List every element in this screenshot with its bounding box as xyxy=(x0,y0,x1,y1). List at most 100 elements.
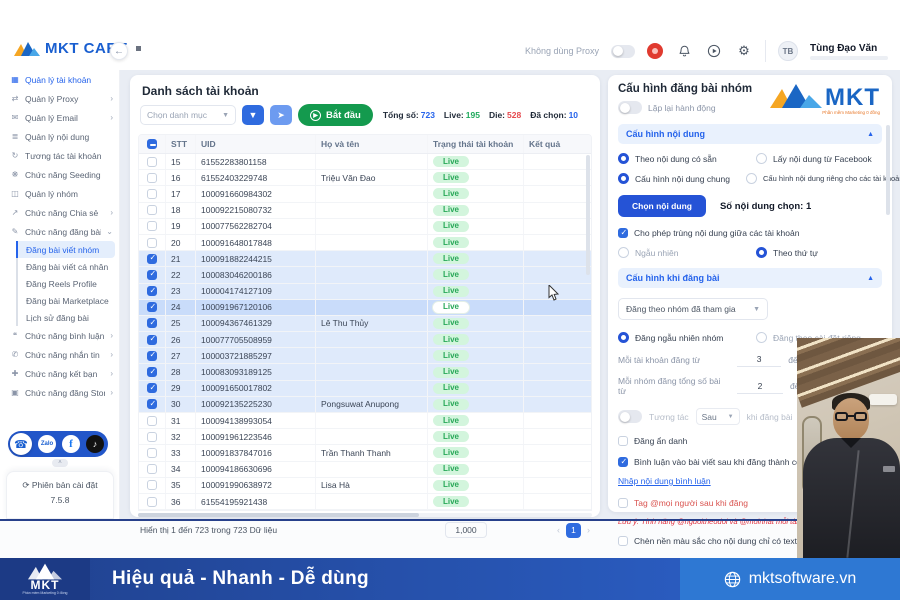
header-status[interactable]: Trạng thái tài khoản↑ xyxy=(427,135,523,153)
sidebar-item-quan-ly-proxy[interactable]: ⇄ Quản lý Proxy › xyxy=(0,89,119,108)
next-page-button[interactable]: › xyxy=(587,525,590,535)
proxy-toggle[interactable] xyxy=(611,45,635,58)
allow-duplicate-checkbox[interactable] xyxy=(618,228,628,238)
bell-icon[interactable] xyxy=(675,42,693,60)
table-row[interactable]: 24 100091967120106 Live xyxy=(139,300,591,316)
per-group-from-input[interactable]: 2 xyxy=(737,379,783,394)
row-checkbox[interactable] xyxy=(147,464,157,474)
sidebar-collapse-button[interactable]: ← xyxy=(110,42,128,60)
table-row[interactable]: 15 61552283801158 Live xyxy=(139,154,591,170)
sidebar-item-chuc-nang-dang-bai[interactable]: ✎ Chức năng đăng bài ⌄ xyxy=(0,222,119,241)
row-checkbox[interactable] xyxy=(147,221,157,231)
radio-random-group[interactable] xyxy=(618,332,629,343)
posting-section-header[interactable]: Cấu hình khi đăng bài▲ xyxy=(618,268,882,288)
choose-content-button[interactable]: Chọn nội dung xyxy=(618,195,706,217)
table-row[interactable]: 19 100077562282704 Live xyxy=(139,219,591,235)
table-row[interactable]: 18 100092215080732 Live xyxy=(139,203,591,219)
header-stt[interactable]: STT xyxy=(165,135,195,153)
header-result[interactable]: Kết quả xyxy=(523,135,591,153)
row-checkbox[interactable] xyxy=(147,448,157,458)
group-mode-select[interactable]: Đăng theo nhóm đã tham gia▼ xyxy=(618,298,768,320)
tag-everyone-checkbox[interactable] xyxy=(618,498,628,508)
panel-scrollbar[interactable] xyxy=(886,125,890,215)
table-row[interactable]: 16 61552403229748 Triệu Văn Đao Live xyxy=(139,170,591,186)
send-button[interactable]: ➤ xyxy=(270,105,292,125)
loop-action-toggle[interactable] xyxy=(618,101,642,114)
table-row[interactable]: 34 100094186630696 Live xyxy=(139,462,591,478)
row-checkbox[interactable] xyxy=(147,480,157,490)
per-account-from-input[interactable]: 3 xyxy=(737,352,781,367)
radio-content-facebook[interactable] xyxy=(756,153,767,164)
sidebar-item-quan-ly-tai-khoan[interactable]: ▦ Quản lý tài khoản xyxy=(0,70,119,89)
content-section-header[interactable]: Cấu hình nội dung▲ xyxy=(618,124,882,144)
comment-after-checkbox[interactable] xyxy=(618,457,628,467)
table-row[interactable]: 30 100092135225230 Pongsuwat Anupong Liv… xyxy=(139,397,591,413)
table-row[interactable]: 20 100091648017848 Live xyxy=(139,235,591,251)
table-row[interactable]: 33 100091837847016 Trần Thanh Thanh Live xyxy=(139,445,591,461)
sidebar-item-chuc-nang-ket-ban[interactable]: ✚ Chức năng kết bạn › xyxy=(0,364,119,383)
row-checkbox[interactable] xyxy=(147,351,157,361)
row-checkbox[interactable] xyxy=(147,318,157,328)
radio-content-available[interactable] xyxy=(618,153,629,164)
radio-content-common[interactable] xyxy=(618,173,629,184)
row-checkbox[interactable] xyxy=(147,205,157,215)
sidebar-subitem[interactable]: Đăng bài Marketplace xyxy=(16,292,115,309)
record-status-icon[interactable] xyxy=(647,43,663,59)
collapse-caret-icon[interactable]: ˄ xyxy=(52,459,68,467)
sidebar-item-chuc-nang-binh-luan[interactable]: ❝ Chức năng bình luận › xyxy=(0,326,119,345)
user-info[interactable]: Tùng Đạo Văn xyxy=(810,43,888,60)
table-row[interactable]: 23 100004174127109 Live xyxy=(139,284,591,300)
category-select[interactable]: Chọn danh mục▼ xyxy=(140,105,236,125)
row-checkbox[interactable] xyxy=(147,270,157,280)
row-checkbox[interactable] xyxy=(147,399,157,409)
avatar[interactable]: TB xyxy=(778,41,798,61)
sidebar-item-quan-ly-nhom[interactable]: ◫ Quản lý nhóm xyxy=(0,184,119,203)
sidebar-item-chuc-nang-dang-story[interactable]: ▣ Chức năng đăng Story › xyxy=(0,383,119,402)
vertical-scrollbar[interactable] xyxy=(586,155,590,275)
table-row[interactable]: 17 100091660984302 Live xyxy=(139,186,591,202)
table-row[interactable]: 28 100083093189125 Live xyxy=(139,364,591,380)
row-checkbox[interactable] xyxy=(147,432,157,442)
radio-sequential-order[interactable] xyxy=(756,247,767,258)
table-row[interactable]: 35 100091990638972 Lisa Hà Live xyxy=(139,478,591,494)
table-row[interactable]: 25 100094367461329 Lê Thu Thủy Live xyxy=(139,316,591,332)
table-row[interactable]: 36 61554195921438 Live xyxy=(139,494,591,510)
row-checkbox[interactable] xyxy=(147,335,157,345)
sidebar-item-tuong-tac-tai-khoan[interactable]: ↻ Tương tác tài khoản xyxy=(0,146,119,165)
table-row[interactable]: 21 100091882244215 Live xyxy=(139,251,591,267)
start-button[interactable]: ▶ Bắt đầu xyxy=(298,104,373,126)
page-size-select[interactable]: 1,000 xyxy=(445,522,487,538)
radio-custom-group[interactable] xyxy=(756,332,767,343)
radio-random-order[interactable] xyxy=(618,247,629,258)
zalo-icon[interactable]: Zalo xyxy=(38,435,56,453)
table-row[interactable]: 26 100077705508959 Live xyxy=(139,332,591,348)
interact-toggle[interactable] xyxy=(618,410,642,423)
row-checkbox[interactable] xyxy=(147,238,157,248)
row-checkbox[interactable] xyxy=(147,497,157,507)
website-block[interactable]: mktsoftware.vn xyxy=(680,558,900,600)
row-checkbox[interactable] xyxy=(147,286,157,296)
row-checkbox[interactable] xyxy=(147,367,157,377)
support-headset-icon[interactable]: ☎ xyxy=(10,433,32,455)
sidebar-item-chuc-nang-nhan-tin[interactable]: ✆ Chức năng nhắn tin › xyxy=(0,345,119,364)
current-page-button[interactable]: 1 xyxy=(566,523,581,538)
header-uid[interactable]: UID xyxy=(195,135,315,153)
table-row[interactable]: 29 100091650017802 Live xyxy=(139,381,591,397)
table-row[interactable]: 22 100083046200186 Live xyxy=(139,267,591,283)
table-row[interactable]: 27 100003721885297 Live xyxy=(139,348,591,364)
radio-content-separate[interactable] xyxy=(746,173,757,184)
play-circle-icon[interactable] xyxy=(705,42,723,60)
tiktok-icon[interactable]: ♪ xyxy=(86,435,104,453)
table-row[interactable]: 31 100094138993054 Live xyxy=(139,413,591,429)
comment-content-link[interactable]: Nhập nội dung bình luận xyxy=(618,476,711,486)
horizontal-scrollbar[interactable] xyxy=(138,513,592,517)
row-checkbox[interactable] xyxy=(147,189,157,199)
sidebar-subitem[interactable]: Đăng bài viết cá nhân xyxy=(16,258,115,275)
gear-icon[interactable]: ⚙ xyxy=(735,42,753,60)
sidebar-subitem[interactable]: Đăng bài viết nhóm xyxy=(16,241,115,258)
row-checkbox[interactable] xyxy=(147,383,157,393)
header-name[interactable]: Họ và tên xyxy=(315,135,427,153)
select-all-checkbox[interactable] xyxy=(147,139,157,149)
sidebar-item-quan-ly-email[interactable]: ✉ Quản lý Email › xyxy=(0,108,119,127)
row-checkbox[interactable] xyxy=(147,157,157,167)
